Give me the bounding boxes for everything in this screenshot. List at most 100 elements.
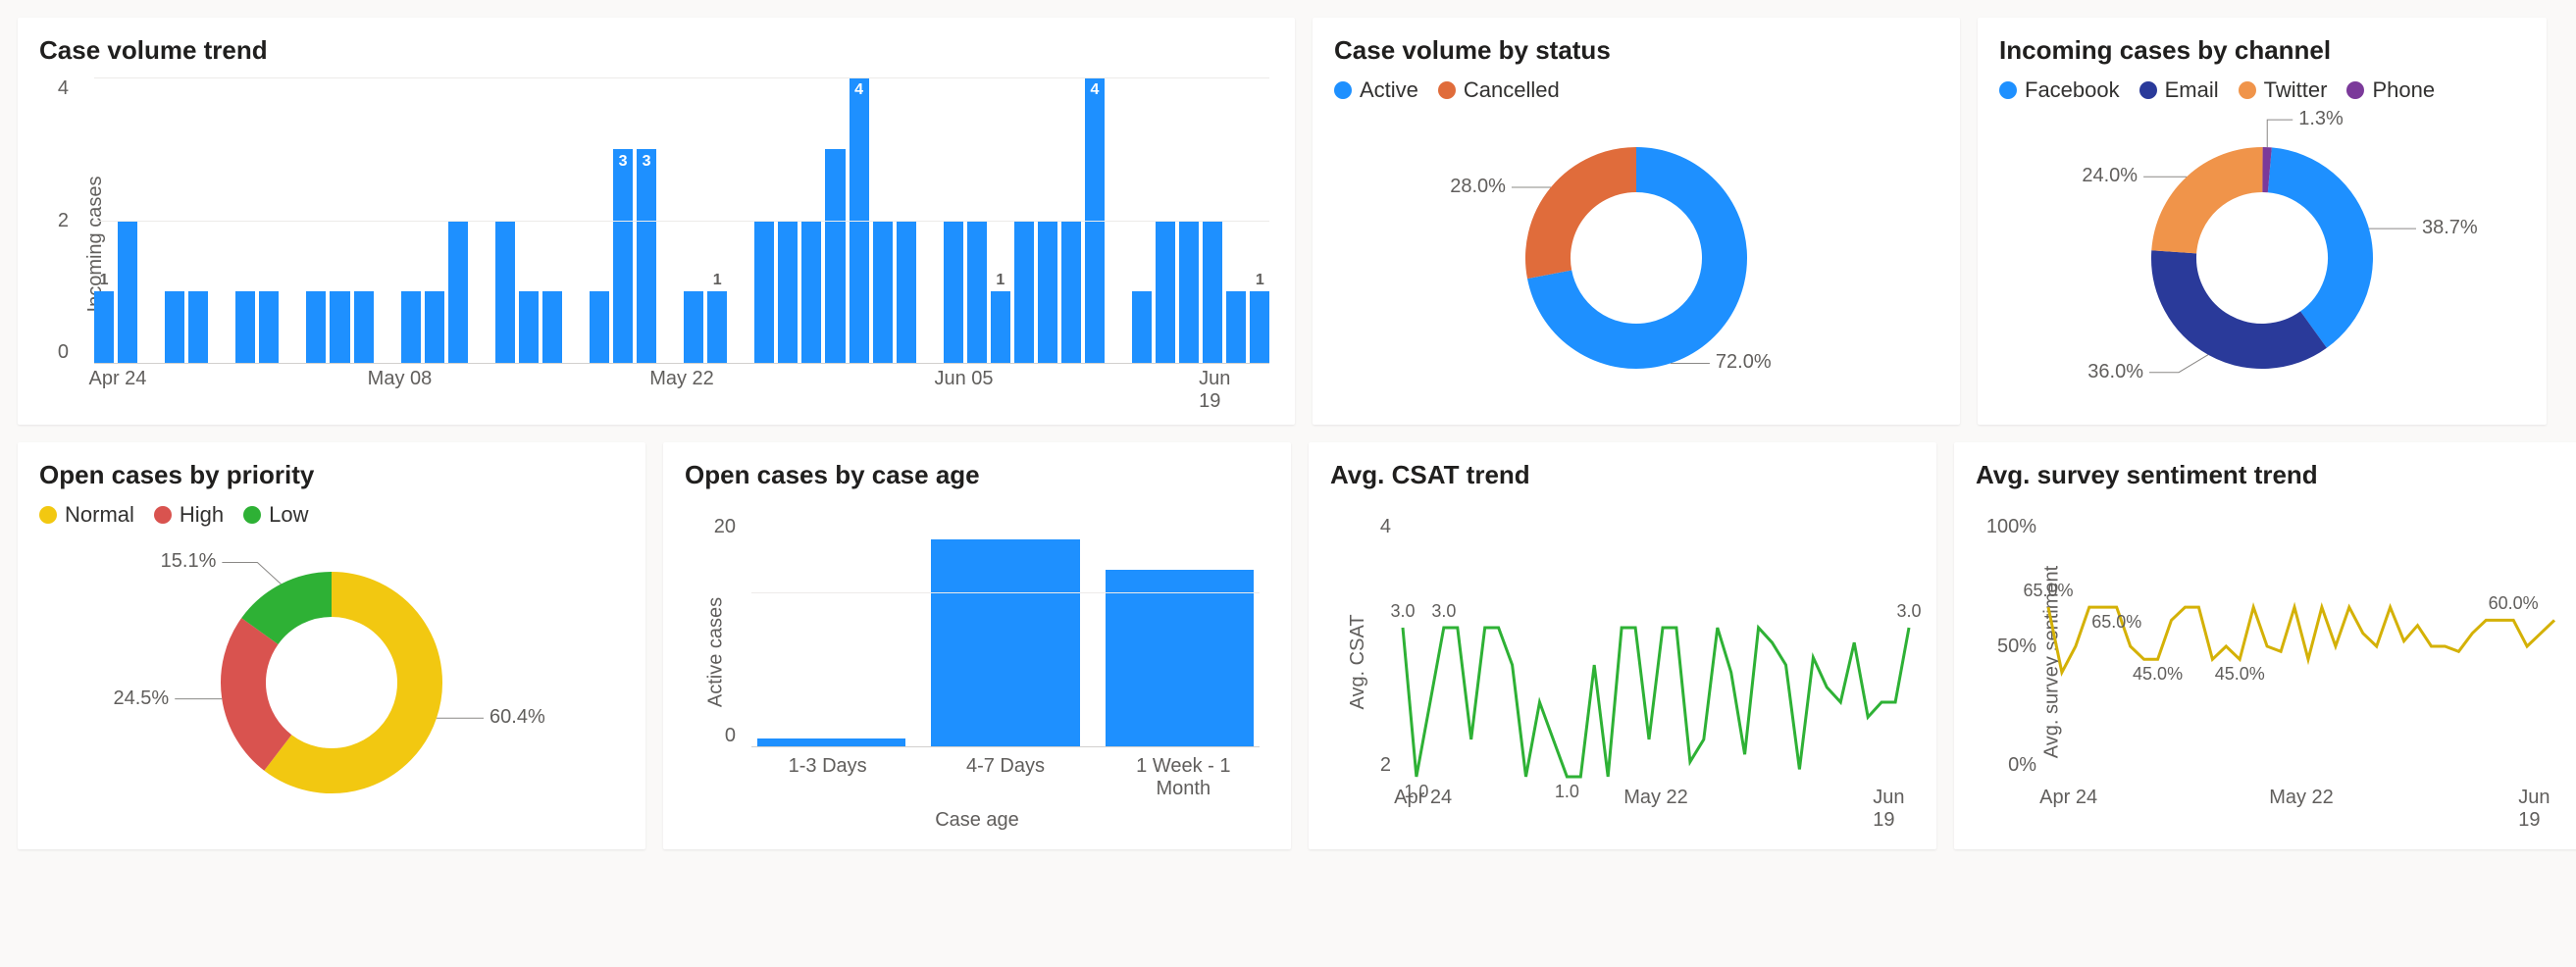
- x-axis-label: Case age: [685, 809, 1269, 832]
- bar[interactable]: [425, 291, 444, 363]
- card-open-cases-by-priority: Open cases by priority NormalHighLow 60.…: [18, 442, 645, 849]
- donut-slice[interactable]: [1548, 170, 1636, 275]
- bar[interactable]: [188, 291, 208, 363]
- bar-chart: Active cases 200 1-3 Days4-7 Days1 Week …: [685, 502, 1269, 836]
- bar[interactable]: [165, 291, 184, 363]
- legend-item: Low: [243, 502, 308, 528]
- x-tick: 1 Week - 1 Month: [1108, 755, 1260, 800]
- legend-label: Twitter: [2264, 77, 2328, 103]
- data-label: 3.0: [1390, 601, 1415, 622]
- bar[interactable]: [590, 291, 609, 363]
- data-label: 4: [854, 81, 863, 99]
- data-label: 24.0%: [2082, 165, 2138, 187]
- x-tick: May 22: [1623, 787, 1688, 809]
- y-tick: 0: [58, 341, 69, 364]
- legend-swatch: [1999, 81, 2017, 99]
- data-label: 24.5%: [114, 687, 170, 710]
- bar[interactable]: [519, 291, 539, 363]
- legend-item: Active: [1334, 77, 1418, 103]
- legend-swatch: [2239, 81, 2256, 99]
- bar[interactable]: 1: [991, 291, 1010, 363]
- data-label: 3.0: [1896, 601, 1921, 622]
- x-tick: Apr 24: [2039, 787, 2097, 809]
- bar[interactable]: [1061, 221, 1081, 364]
- bar[interactable]: 1: [1250, 291, 1269, 363]
- data-label: 45.0%: [2133, 664, 2183, 685]
- bar[interactable]: [401, 291, 421, 363]
- bar[interactable]: 1: [94, 291, 114, 363]
- line-chart: Avg. survey sentiment 100%50%0% 65.0%65.…: [1976, 502, 2560, 836]
- bar[interactable]: [873, 221, 893, 364]
- bar[interactable]: [1226, 291, 1246, 363]
- donut-slice[interactable]: [2270, 170, 2350, 330]
- donut-slice[interactable]: [243, 632, 278, 753]
- donut-slice[interactable]: [2174, 252, 2313, 346]
- data-label: 1.3%: [2298, 108, 2344, 130]
- bar[interactable]: 3: [613, 149, 633, 363]
- data-label: 65.0%: [2091, 612, 2141, 633]
- bar[interactable]: [1156, 221, 1175, 364]
- card-avg-csat-trend: Avg. CSAT trend Avg. CSAT 42 3.01.03.01.…: [1309, 442, 1936, 849]
- bar[interactable]: [1014, 221, 1034, 364]
- y-tick: 0: [725, 725, 736, 747]
- donut-chart: 60.4%24.5%15.1%: [39, 535, 624, 830]
- bar[interactable]: [1106, 570, 1254, 746]
- bar[interactable]: [259, 291, 279, 363]
- bar[interactable]: [1132, 291, 1152, 363]
- bar[interactable]: [967, 221, 987, 364]
- bar[interactable]: [235, 291, 255, 363]
- bar[interactable]: [757, 738, 905, 746]
- bar[interactable]: [897, 221, 916, 364]
- bar[interactable]: [944, 221, 963, 364]
- data-label: 45.0%: [2215, 664, 2265, 685]
- chart-title: Open cases by case age: [685, 460, 1269, 490]
- y-tick: 4: [58, 77, 69, 100]
- bar[interactable]: 1: [707, 291, 727, 363]
- y-tick: 20: [714, 516, 736, 538]
- data-label: 1: [1256, 272, 1264, 289]
- bar[interactable]: [330, 291, 349, 363]
- y-axis-ticks: 100%50%0%: [2003, 516, 2036, 777]
- bar[interactable]: [778, 221, 798, 364]
- donut-slice[interactable]: [2174, 170, 2262, 252]
- x-tick: Jun 05: [934, 368, 993, 390]
- y-tick: 0%: [2008, 754, 2036, 777]
- bar[interactable]: [1038, 221, 1057, 364]
- bar[interactable]: [1179, 221, 1199, 364]
- data-label: 38.7%: [2422, 217, 2478, 239]
- legend-item: Twitter: [2239, 77, 2328, 103]
- bar[interactable]: [118, 221, 137, 364]
- data-label: 60.4%: [489, 706, 545, 729]
- bar[interactable]: [825, 149, 845, 363]
- card-incoming-cases-by-channel: Incoming cases by channel FacebookEmailT…: [1978, 18, 2547, 425]
- bar[interactable]: [931, 539, 1079, 747]
- legend-item: High: [154, 502, 224, 528]
- bar[interactable]: [684, 291, 703, 363]
- donut-chart: 72.0%28.0%: [1334, 111, 1938, 405]
- bar[interactable]: [495, 221, 515, 364]
- y-tick: 2: [1380, 754, 1391, 777]
- plot-area: 3.01.03.01.03.0: [1403, 516, 1909, 777]
- bar[interactable]: [306, 291, 326, 363]
- line-series[interactable]: [1403, 628, 1909, 777]
- x-tick: May 22: [649, 368, 714, 390]
- bar[interactable]: [754, 221, 774, 364]
- y-axis-ticks: 20 0: [706, 516, 736, 747]
- x-tick: 4-7 Days: [929, 755, 1081, 800]
- card-case-volume-by-status: Case volume by status ActiveCancelled 72…: [1313, 18, 1960, 425]
- plot-area: 13314141: [94, 77, 1269, 364]
- legend-item: Normal: [39, 502, 134, 528]
- bar[interactable]: [801, 221, 821, 364]
- x-tick: May 08: [368, 368, 433, 390]
- bar[interactable]: [354, 291, 374, 363]
- legend-label: High: [180, 502, 224, 528]
- legend-label: Email: [2165, 77, 2219, 103]
- bar[interactable]: [448, 221, 468, 364]
- data-label: 4: [1091, 81, 1100, 99]
- plot-area: 65.0%65.0%45.0%45.0%60.0%: [2048, 516, 2554, 777]
- bar[interactable]: [1203, 221, 1222, 364]
- bar[interactable]: [542, 291, 562, 363]
- bar[interactable]: 3: [637, 149, 656, 363]
- donut-slice[interactable]: [260, 594, 332, 632]
- legend-swatch: [39, 506, 57, 524]
